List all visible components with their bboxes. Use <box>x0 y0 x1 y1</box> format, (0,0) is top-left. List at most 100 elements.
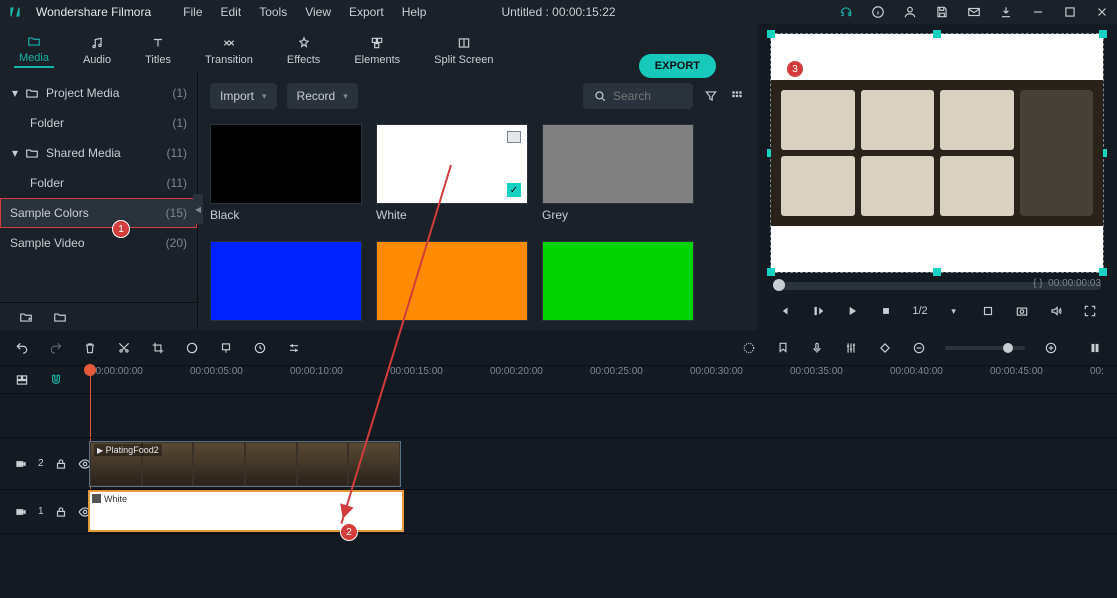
keyframe-icon[interactable] <box>877 340 893 356</box>
cut-icon[interactable] <box>116 340 132 356</box>
undo-icon[interactable] <box>14 340 30 356</box>
playback-rate[interactable]: 1/2 <box>912 305 927 317</box>
titlebar: Wondershare Filmora File Edit Tools View… <box>0 0 1117 24</box>
redo-icon[interactable] <box>48 340 64 356</box>
menu-file[interactable]: File <box>183 5 202 19</box>
zoom-fit-icon[interactable] <box>1087 340 1103 356</box>
search-icon <box>593 88 607 104</box>
fx-icon <box>296 35 312 51</box>
tree-project-media[interactable]: ▾ Project Media (1) <box>0 78 197 108</box>
tab-audio[interactable]: Audio <box>78 33 116 68</box>
play-icon[interactable] <box>844 303 860 319</box>
export-button[interactable]: EXPORT <box>639 54 716 78</box>
import-dropdown[interactable]: Import ▾ <box>210 83 277 109</box>
zoom-out-icon[interactable] <box>911 340 927 356</box>
menu-view[interactable]: View <box>305 5 331 19</box>
panel-collapse-handle[interactable]: ◀ <box>193 194 203 224</box>
search-input-wrap[interactable] <box>583 83 693 109</box>
render-icon[interactable] <box>741 340 757 356</box>
folder-icon[interactable] <box>52 309 68 325</box>
preview-panel: { } 00:00:00:03 1/2 ▾ <box>757 24 1117 330</box>
lock-icon[interactable] <box>54 456 68 472</box>
resize-handle[interactable] <box>1099 30 1107 38</box>
chevron-down-icon: ▾ <box>10 86 20 100</box>
tree-folder-1[interactable]: Folder (1) <box>0 108 197 138</box>
swatch-white[interactable]: ✓ White <box>376 124 528 227</box>
tab-elements[interactable]: Elements <box>349 33 405 68</box>
info-icon[interactable] <box>871 5 885 19</box>
lock-icon[interactable] <box>54 504 68 520</box>
voiceover-icon[interactable] <box>809 340 825 356</box>
track-video-1[interactable]: 1 White <box>0 490 1117 534</box>
swatch-green[interactable] <box>542 241 694 326</box>
track-video-2[interactable]: 2 ▶ PlatingFood2 <box>0 438 1117 490</box>
tree-sample-video[interactable]: Sample Video (20) <box>0 228 197 258</box>
swatch-orange[interactable] <box>376 241 528 326</box>
clip-label: ▶ PlatingFood2 <box>94 444 162 456</box>
tab-transition[interactable]: Transition <box>200 33 258 68</box>
crop-icon[interactable] <box>980 303 996 319</box>
new-folder-icon[interactable] <box>18 309 34 325</box>
maximize-icon[interactable] <box>1063 5 1077 19</box>
resize-handle[interactable] <box>1099 268 1107 276</box>
menu-tools[interactable]: Tools <box>259 5 287 19</box>
tab-effects[interactable]: Effects <box>282 33 325 68</box>
save-icon[interactable] <box>935 5 949 19</box>
zoom-in-icon[interactable] <box>1043 340 1059 356</box>
tick: 00: <box>1090 366 1117 377</box>
tab-media[interactable]: Media <box>14 31 54 68</box>
titlebar-right <box>839 5 1109 19</box>
marker-icon[interactable] <box>218 340 234 356</box>
zoom-knob[interactable] <box>1003 343 1013 353</box>
resize-handle[interactable] <box>933 268 941 276</box>
tab-split-screen[interactable]: Split Screen <box>429 33 498 68</box>
tick: 00:00:25:00 <box>590 366 690 377</box>
resize-handle[interactable] <box>933 30 941 38</box>
close-icon[interactable] <box>1095 5 1109 19</box>
stop-icon[interactable] <box>878 303 894 319</box>
volume-icon[interactable] <box>1048 303 1064 319</box>
zoom-slider[interactable] <box>945 346 1025 350</box>
resize-handle[interactable] <box>767 30 775 38</box>
adjust-icon[interactable] <box>286 340 302 356</box>
resize-handle[interactable] <box>767 268 775 276</box>
add-marker-icon[interactable] <box>775 340 791 356</box>
menu-export[interactable]: Export <box>349 5 384 19</box>
mixer-icon[interactable] <box>843 340 859 356</box>
chevron-down-icon[interactable]: ▾ <box>946 303 962 319</box>
search-input[interactable] <box>613 89 683 103</box>
grid-view-icon[interactable] <box>729 88 745 104</box>
tree-folder-2[interactable]: Folder (11) <box>0 168 197 198</box>
preview-canvas[interactable] <box>771 34 1103 272</box>
download-icon[interactable] <box>999 5 1013 19</box>
fullscreen-icon[interactable] <box>1082 303 1098 319</box>
chevron-down-icon: ▾ <box>10 146 20 160</box>
color-icon[interactable] <box>184 340 200 356</box>
scrub-knob[interactable] <box>773 279 785 291</box>
crop-tool-icon[interactable] <box>150 340 166 356</box>
clip-thumb-icon <box>92 494 101 503</box>
filter-icon[interactable] <box>703 88 719 104</box>
swatch-black[interactable]: Black <box>210 124 362 227</box>
tree-sample-colors[interactable]: Sample Colors (15) <box>0 198 197 228</box>
menu-edit[interactable]: Edit <box>221 5 242 19</box>
clip-white[interactable]: White <box>90 492 402 530</box>
delete-icon[interactable] <box>82 340 98 356</box>
tab-titles[interactable]: Titles <box>140 33 176 68</box>
annotation-badge-3: 3 <box>786 60 804 78</box>
speed-icon[interactable] <box>252 340 268 356</box>
scrub-bar[interactable]: { } 00:00:00:03 <box>773 282 1101 290</box>
swatch-grey[interactable]: Grey <box>542 124 694 227</box>
menu-help[interactable]: Help <box>402 5 427 19</box>
timeline-ruler[interactable]: 00:00:00:00 00:00:05:00 00:00:10:00 00:0… <box>0 366 1117 394</box>
tree-shared-media[interactable]: ▾ Shared Media (11) <box>0 138 197 168</box>
snapshot-icon[interactable] <box>1014 303 1030 319</box>
step-back-icon[interactable] <box>776 303 792 319</box>
mail-icon[interactable] <box>967 5 981 19</box>
headset-icon[interactable] <box>839 5 853 19</box>
swatch-blue[interactable] <box>210 241 362 326</box>
record-dropdown[interactable]: Record ▾ <box>287 83 358 109</box>
play-pause-icon[interactable] <box>810 303 826 319</box>
minimize-icon[interactable] <box>1031 5 1045 19</box>
user-icon[interactable] <box>903 5 917 19</box>
